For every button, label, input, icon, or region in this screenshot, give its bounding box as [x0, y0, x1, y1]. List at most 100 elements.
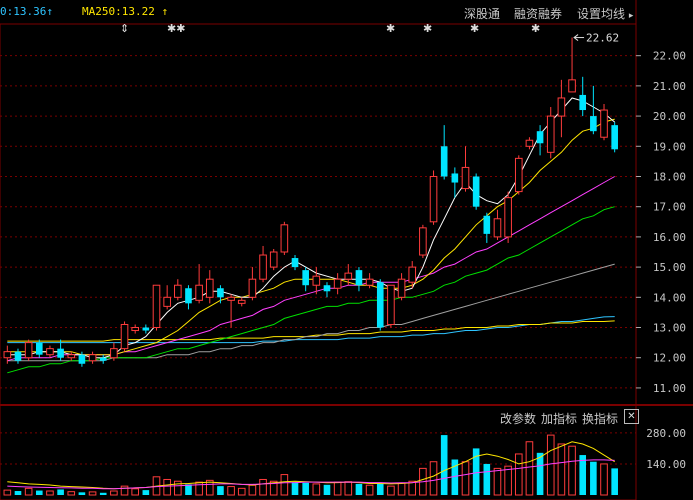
ma250-value: MA250:13.22 — [82, 5, 155, 18]
volume-bar-down — [323, 484, 331, 495]
candle-up — [525, 139, 534, 147]
volume-bar-down — [57, 489, 64, 495]
candle-up — [546, 115, 555, 153]
volume-bar-up — [600, 463, 608, 496]
volume-bar-up — [546, 434, 555, 496]
candle-up — [205, 278, 214, 298]
volume-bar-up — [163, 478, 171, 496]
candle-up — [408, 266, 417, 283]
volume-bar-up — [387, 485, 395, 496]
volume-bar-up — [46, 490, 54, 496]
candle-up — [397, 278, 406, 298]
ma250-legend: MA250:13.22 ↑ — [82, 5, 168, 18]
volume-bar-down — [611, 468, 618, 495]
candle-up — [419, 227, 427, 256]
volume-bar-up — [88, 491, 97, 496]
volume-bar-down — [376, 483, 384, 495]
event-marker[interactable]: ✱ — [423, 22, 432, 35]
candle-up — [131, 327, 139, 332]
volume-bar-up — [110, 490, 118, 496]
volume-bar-up — [493, 467, 502, 496]
price-tick-label: 14.00 — [653, 291, 686, 304]
event-marker[interactable]: ✱ — [531, 22, 540, 35]
candle-up — [248, 278, 257, 298]
candle-up — [120, 323, 129, 350]
ma-left-value: 0:13.36 — [0, 5, 47, 18]
price-tick-label: 18.00 — [653, 170, 686, 183]
candle-up — [600, 109, 608, 138]
volume-bar-up — [174, 480, 182, 496]
volume-bar-up — [344, 481, 353, 496]
candle-up — [365, 278, 374, 286]
ma60-line — [7, 263, 615, 362]
margin-trading-button[interactable]: 融资融券 — [514, 5, 562, 22]
candle-down — [323, 285, 331, 292]
event-marker[interactable]: ✱ — [470, 22, 479, 35]
candle-down — [590, 116, 597, 132]
volume-bar-down — [590, 461, 597, 495]
volume-bar-down — [185, 484, 192, 495]
volume-bar-down — [78, 492, 86, 495]
close-icon[interactable]: ✕ — [624, 409, 639, 424]
candle-up — [46, 348, 54, 356]
price-tick-label: 19.00 — [653, 140, 686, 153]
candle-up — [344, 272, 353, 280]
shenzhen-connect-button[interactable]: 深股通 — [464, 5, 500, 22]
candle-up — [67, 354, 76, 359]
add-indicator-button[interactable]: 加指标 — [541, 410, 577, 427]
price-tick-label: 22.00 — [653, 50, 686, 63]
price-tick-label: 21.00 — [653, 80, 686, 93]
candle-down — [440, 146, 448, 177]
ma-left-arrow-icon: ↑ — [46, 5, 53, 18]
volume-bar-up — [504, 465, 512, 496]
price-tick-label: 17.00 — [653, 201, 686, 214]
volume-bar-down — [536, 452, 544, 495]
candle-up — [429, 175, 438, 223]
set-ma-label: 设置均线 — [577, 7, 626, 21]
price-tick-label: 13.00 — [653, 322, 686, 335]
volume-bar-down — [302, 482, 309, 495]
candle-down — [142, 327, 150, 331]
candle-up — [195, 284, 203, 301]
ma-legend-bar: 0:13.36↑ MA250:13.22 ↑ 深股通 融资融券 设置均线 ▸ — [0, 0, 693, 24]
volume-bar-up — [248, 484, 257, 496]
volume-bar-down — [483, 463, 491, 495]
candle-up — [152, 284, 161, 329]
volume-bar-up — [67, 491, 76, 496]
candle-up — [174, 284, 182, 298]
candle-up — [493, 218, 502, 238]
candle-up — [387, 284, 395, 325]
volume-bar-up — [568, 445, 576, 496]
candle-down — [302, 270, 309, 286]
volume-bar-up — [365, 484, 374, 496]
volume-bar-down — [291, 482, 299, 495]
candle-down — [185, 288, 192, 304]
candle-down — [291, 258, 299, 268]
event-marker[interactable]: ✱✱ — [167, 22, 185, 35]
price-tick-label: 15.00 — [653, 261, 686, 274]
candle-up — [280, 224, 289, 253]
volume-bar-up — [525, 441, 534, 496]
volume-bar-down — [440, 435, 448, 495]
volume-bar-up — [557, 443, 566, 496]
chart-frame — [0, 23, 637, 500]
volume-bar-up — [131, 488, 139, 496]
price-tick-label: 11.00 — [653, 382, 686, 395]
price-tick-label: 16.00 — [653, 231, 686, 244]
candle-up — [3, 351, 12, 359]
high-label: 22.62 — [586, 32, 619, 45]
event-marker[interactable]: ⇕ — [120, 22, 129, 35]
candle-up — [557, 97, 566, 117]
candle-up — [461, 166, 470, 190]
event-marker[interactable]: ✱ — [386, 22, 395, 35]
candle-up — [24, 342, 33, 359]
candle-up — [312, 275, 321, 286]
volume-bar-up — [429, 461, 438, 496]
volume-bar-up — [259, 478, 267, 496]
volume-bar-down — [99, 492, 107, 495]
ma250-arrow-icon: ↑ — [161, 5, 169, 18]
set-ma-button[interactable]: 设置均线 ▸ — [577, 5, 633, 22]
volume-bar-down — [14, 491, 22, 495]
edit-params-button[interactable]: 改参数 — [500, 410, 536, 427]
switch-indicator-button[interactable]: 换指标 — [582, 410, 618, 427]
